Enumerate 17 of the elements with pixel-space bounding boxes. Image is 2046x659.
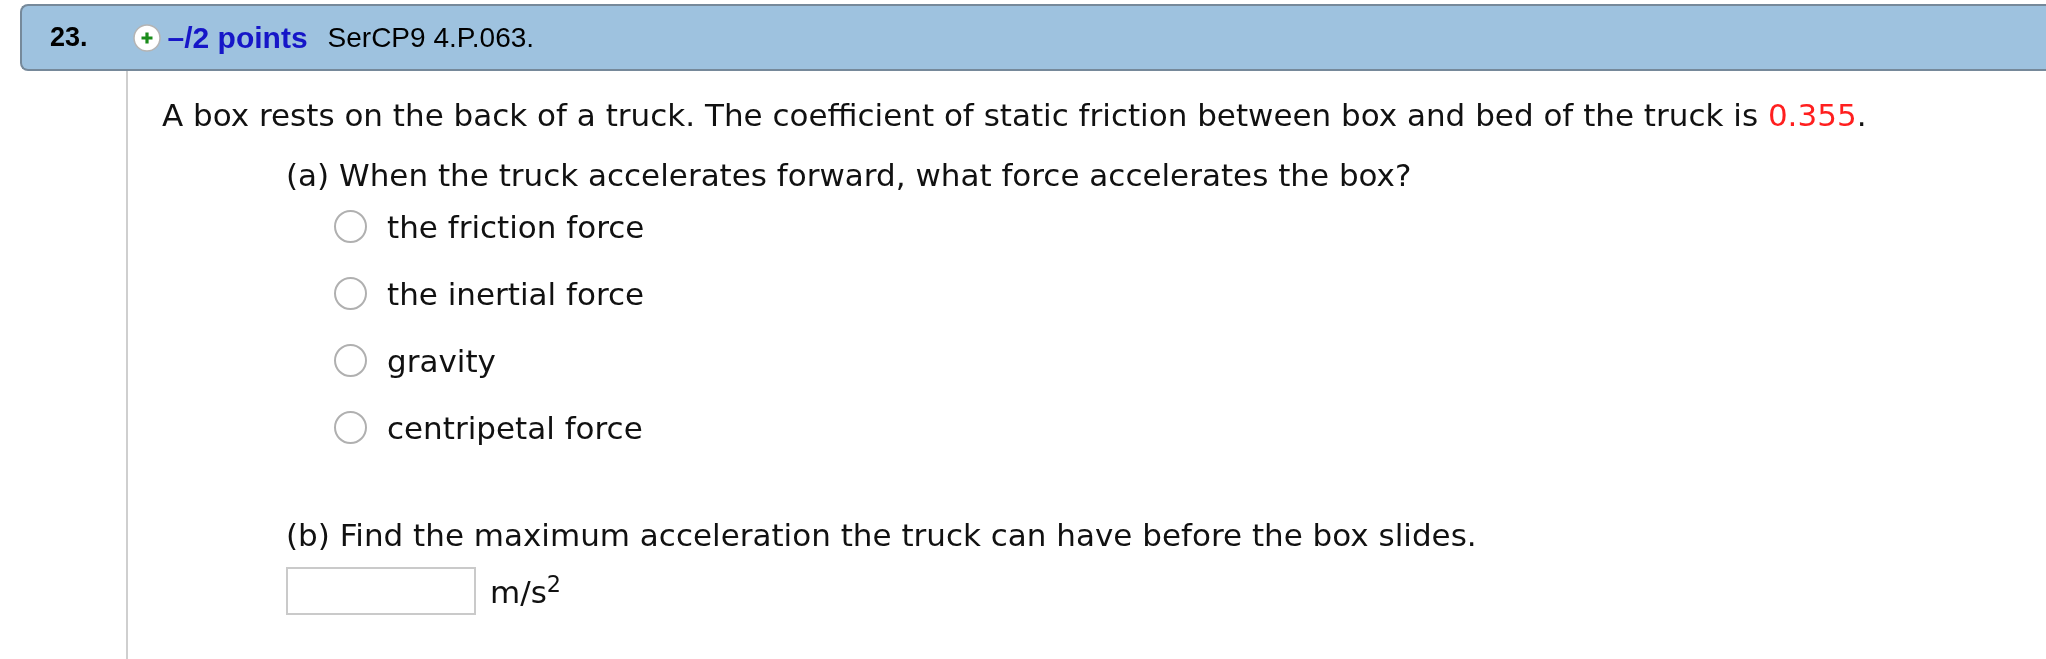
radio-button[interactable] bbox=[334, 210, 367, 243]
part-question: (b) Find the maximum acceleration the truck can have before the box slides. bbox=[286, 517, 1478, 553]
question-number: 23. bbox=[50, 22, 88, 53]
problem-source: SerCP9 4.P.063. bbox=[327, 21, 535, 54]
radio-button[interactable] bbox=[334, 411, 367, 444]
unit-label: m/s$^{2}$ bbox=[490, 571, 561, 611]
option-label: the friction force bbox=[387, 208, 645, 245]
answer-box[interactable] bbox=[286, 567, 476, 615]
radio-button[interactable] bbox=[334, 344, 367, 377]
option-label: gravity bbox=[387, 342, 496, 379]
question-text: A box rests on the back of a truck. The coefficient of static friction between box and bed of the truck is 0.355. bbox=[162, 97, 1868, 133]
radio-button[interactable] bbox=[334, 277, 367, 310]
plus-icon[interactable] bbox=[132, 23, 161, 52]
option-label: the inertial force bbox=[387, 275, 645, 312]
option-label: centripetal force bbox=[387, 409, 643, 446]
part-question: (a) When the truck accelerates forward, what force accelerates the box? bbox=[286, 157, 1413, 193]
points-label: –/2 points bbox=[167, 20, 308, 55]
